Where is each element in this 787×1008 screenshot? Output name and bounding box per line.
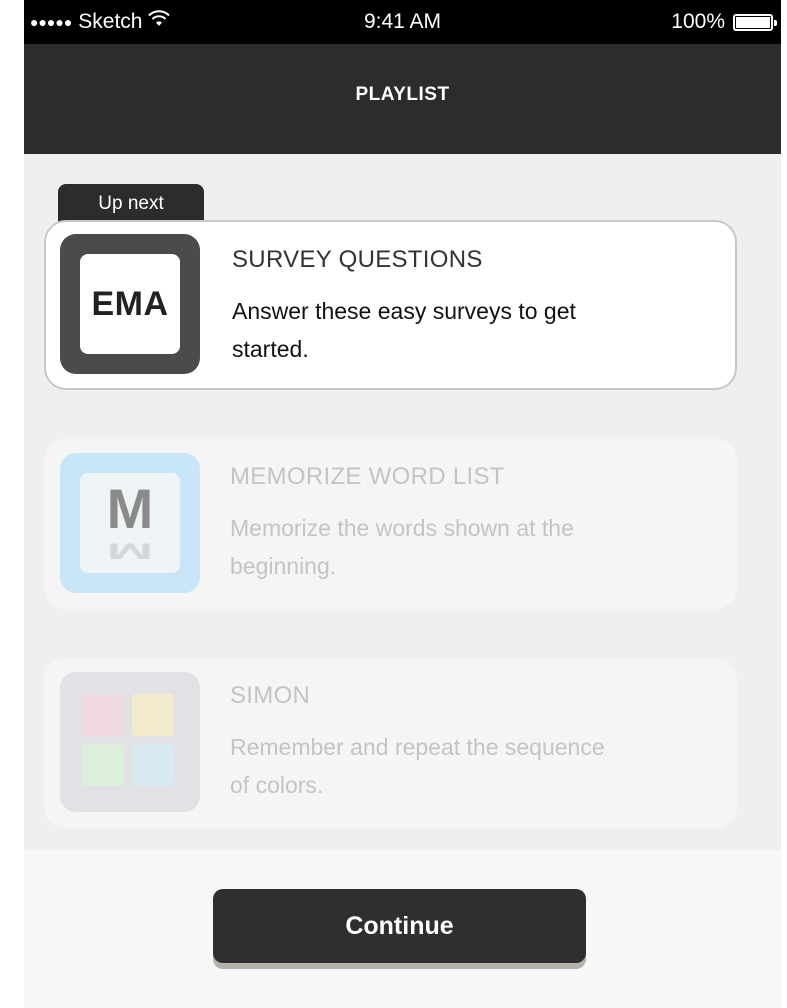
playlist-item-memorize[interactable]: M M MEMORIZE WORD LIST Memorize the word… <box>44 439 737 609</box>
battery-percent: 100% <box>671 10 725 33</box>
item-title: SIMON <box>230 682 311 709</box>
status-bar: ●●●●● Sketch 9:41 AM 100% <box>24 0 781 44</box>
memorize-icon: M M <box>60 453 200 593</box>
status-right: 100% <box>671 10 777 34</box>
simon-pink-square <box>82 694 124 736</box>
playlist-item-survey[interactable]: EMA SURVEY QUESTIONS Answer these easy s… <box>44 220 737 390</box>
simon-blue-square <box>132 744 174 786</box>
playlist-item-simon[interactable]: SIMON Remember and repeat the sequence o… <box>44 658 737 828</box>
page-title: PLAYLIST <box>355 84 450 105</box>
continue-button[interactable]: Continue <box>213 889 586 963</box>
app-screen: ●●●●● Sketch 9:41 AM 100% PLAYLIST Up ne… <box>24 0 781 1008</box>
item-description: Remember and repeat the sequence of colo… <box>230 734 605 798</box>
simon-yellow-square <box>132 694 174 736</box>
simon-green-square <box>82 744 124 786</box>
footer: Continue <box>24 850 781 1008</box>
ema-icon-label: EMA <box>80 254 180 354</box>
nav-bar: PLAYLIST <box>24 44 781 154</box>
ema-icon: EMA <box>60 234 200 374</box>
memorize-icon-label: M <box>106 477 154 540</box>
battery-icon <box>733 13 777 31</box>
memorize-icon-reflection: M <box>106 538 154 564</box>
simon-icon <box>60 672 200 812</box>
status-time: 9:41 AM <box>363 10 442 33</box>
item-title: MEMORIZE WORD LIST <box>230 463 505 490</box>
item-description: Memorize the words shown at the beginnin… <box>230 515 574 579</box>
item-description: Answer these easy surveys to get started… <box>232 298 576 362</box>
item-title: SURVEY QUESTIONS <box>232 246 483 273</box>
